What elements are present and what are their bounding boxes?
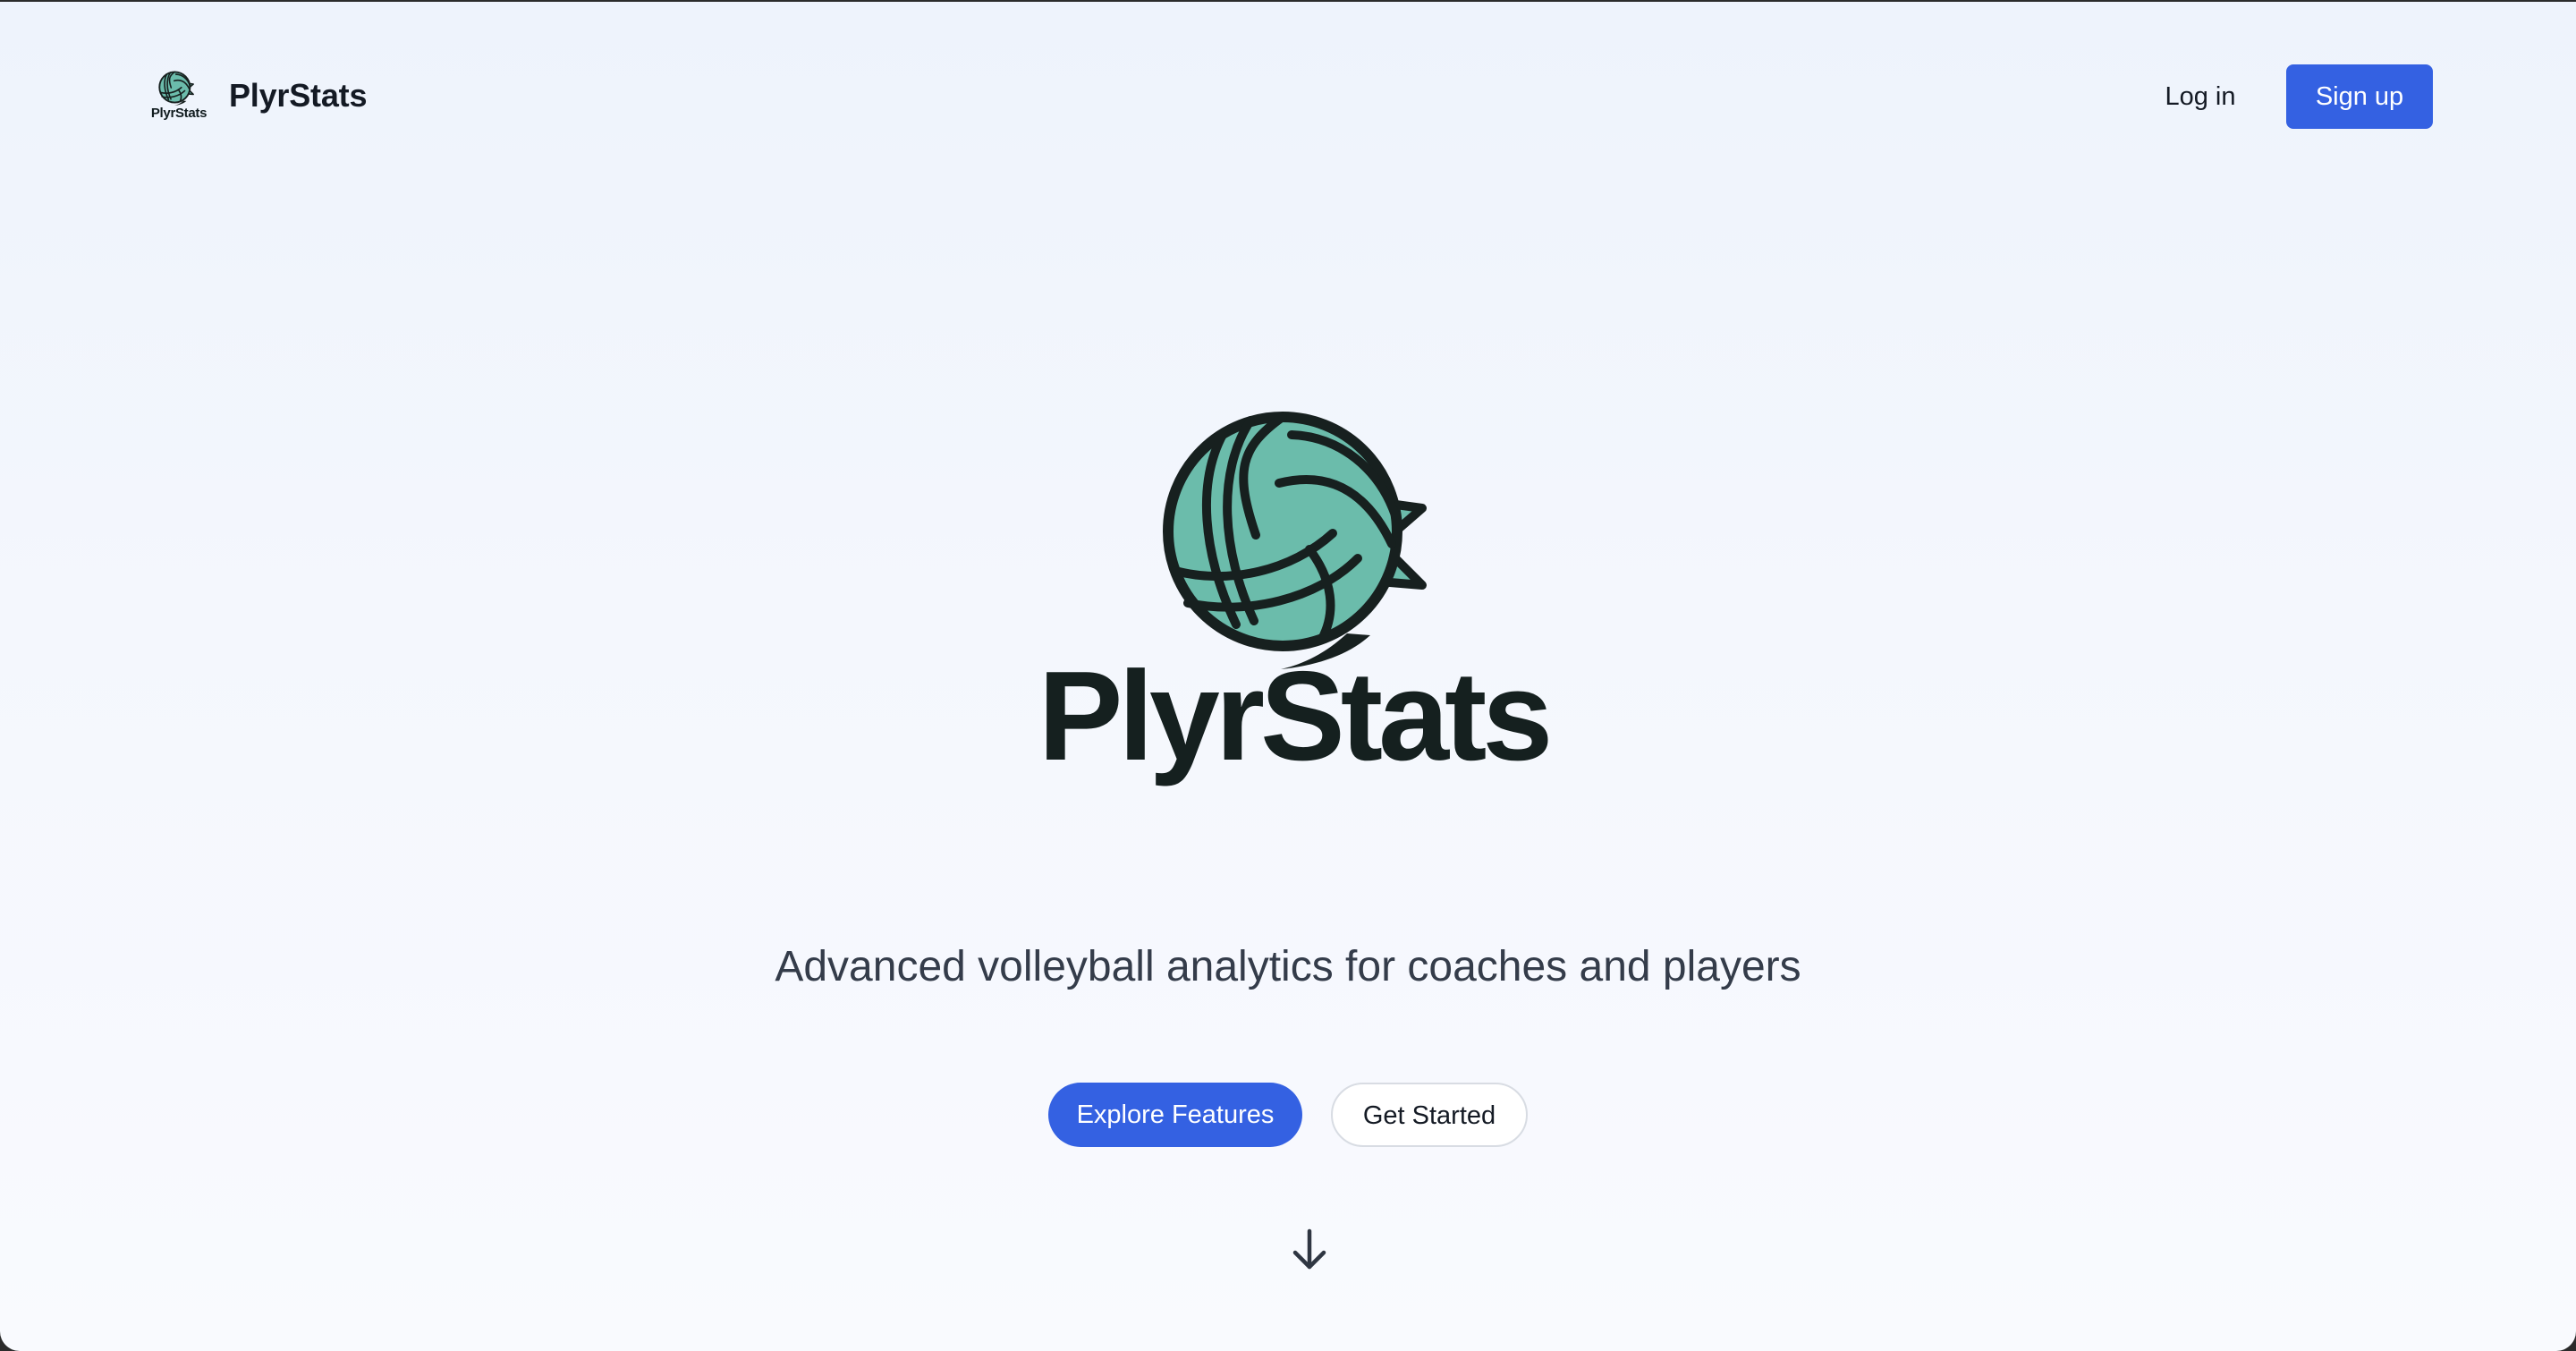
get-started-button[interactable]: Get Started — [1331, 1083, 1528, 1147]
brand-logo: PlyrStats — [147, 68, 211, 123]
hero-wordmark: PlyrStats — [1038, 645, 1554, 787]
brand-home-link[interactable]: PlyrStats PlyrStats — [147, 66, 367, 125]
app-window: PlyrStats PlyrStats Log in Sign up PlyrS… — [0, 2, 2576, 1351]
brand-logo-text: PlyrStats — [150, 106, 208, 121]
cta-group: Explore Features Get Started — [0, 1083, 2576, 1147]
arrow-down-icon[interactable] — [1288, 1226, 1331, 1274]
hero-tagline: Advanced volleyball analytics for coache… — [775, 943, 1801, 990]
explore-features-button[interactable]: Explore Features — [1048, 1083, 1302, 1147]
site-header: PlyrStats PlyrStats Log in Sign up — [0, 2, 2576, 190]
signup-button[interactable]: Sign up — [2286, 64, 2433, 129]
login-link[interactable]: Log in — [2147, 64, 2254, 129]
brand-name: PlyrStats — [229, 77, 368, 114]
volleyball-icon — [1163, 412, 1427, 669]
volleyball-icon — [158, 71, 194, 106]
